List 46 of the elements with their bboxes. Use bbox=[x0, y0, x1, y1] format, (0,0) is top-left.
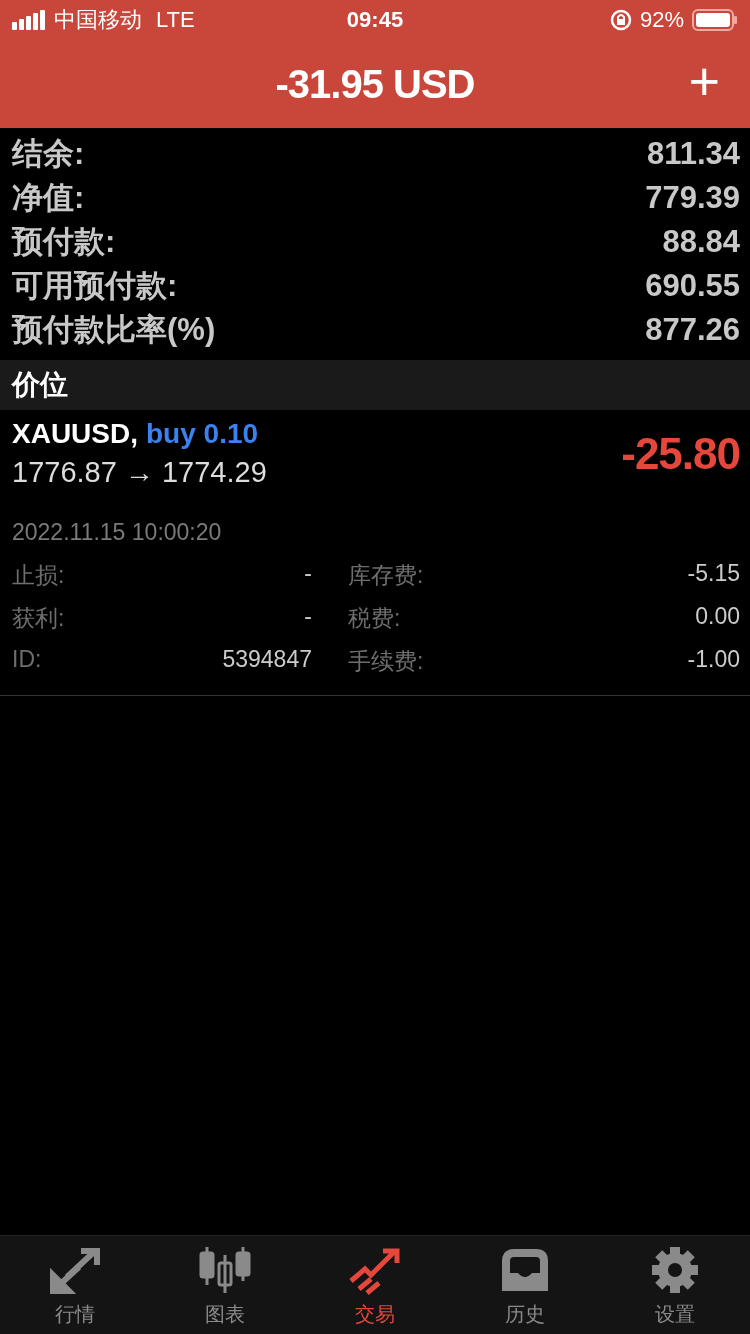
section-title: 价位 bbox=[12, 368, 68, 402]
detail-label: 税费: bbox=[348, 604, 401, 633]
candlestick-icon bbox=[199, 1245, 251, 1295]
position-side: buy 0.10 bbox=[146, 418, 259, 449]
summary-value: 88.84 bbox=[662, 224, 740, 260]
summary-label: 可用预付款: bbox=[12, 267, 178, 305]
summary-label: 预付款比率(%) bbox=[12, 311, 216, 349]
carrier-name: 中国移动 bbox=[54, 6, 142, 34]
detail-value: 0.00 bbox=[695, 603, 740, 631]
position-time: 2022.11.15 10:00:20 bbox=[12, 519, 223, 546]
summary-value: 811.34 bbox=[646, 136, 740, 172]
summary-value: 877.26 bbox=[645, 312, 740, 348]
summary-label: 预付款: bbox=[12, 223, 116, 261]
clock: 09:45 bbox=[346, 7, 404, 32]
detail-label: 手续费: bbox=[348, 647, 424, 676]
settings-icon bbox=[650, 1245, 700, 1295]
arrows-icon bbox=[49, 1247, 101, 1295]
detail-value: -1.00 bbox=[687, 646, 740, 674]
summary-value: 779.39 bbox=[645, 180, 740, 216]
detail-value: - bbox=[304, 560, 312, 588]
detail-value: - bbox=[304, 603, 312, 631]
trend-arrow-icon bbox=[349, 1247, 401, 1295]
detail-label: ID: bbox=[12, 646, 42, 674]
battery-percent: 92% bbox=[639, 7, 684, 33]
detail-value: 5394847 bbox=[222, 646, 312, 674]
detail-label: 获利: bbox=[12, 604, 65, 633]
battery-icon bbox=[692, 9, 738, 31]
position-profit: -25.80 bbox=[621, 428, 740, 479]
summary-value: 690.55 bbox=[645, 268, 740, 304]
network-type: LTE bbox=[156, 7, 195, 33]
tab[interactable]: 交易 bbox=[300, 1236, 450, 1334]
rotation-lock-icon bbox=[609, 9, 632, 31]
detail-label: 止损: bbox=[12, 561, 65, 590]
summary-label: 结余: bbox=[12, 135, 85, 173]
add-button[interactable]: + bbox=[688, 54, 720, 108]
detail-label: 库存费: bbox=[348, 561, 424, 590]
position-symbol: XAUUSD, bbox=[12, 418, 138, 449]
tab[interactable]: 行情 bbox=[0, 1236, 150, 1334]
balance-title: -31.95 USD bbox=[275, 61, 475, 107]
tab[interactable]: 图表 bbox=[150, 1236, 300, 1334]
detail-value: -5.15 bbox=[687, 560, 740, 588]
tab[interactable]: 历史 bbox=[450, 1236, 600, 1334]
summary-label: 净值: bbox=[12, 179, 85, 217]
signal-icon bbox=[12, 10, 46, 30]
tab[interactable]: 设置 bbox=[600, 1236, 750, 1334]
position-prices: 1776.87 → 1774.29 bbox=[12, 456, 267, 489]
